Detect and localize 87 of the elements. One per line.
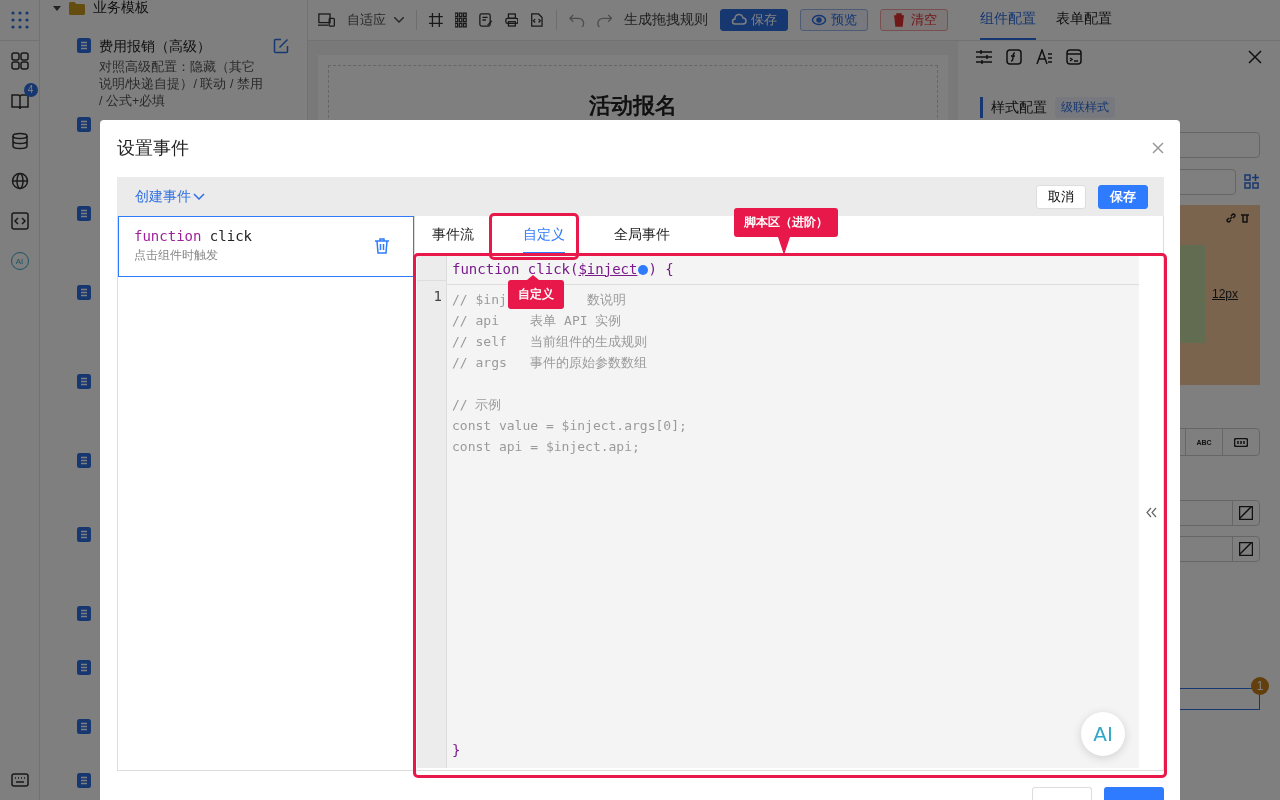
document-icon (77, 660, 91, 675)
document-icon (77, 773, 91, 788)
dialog-button[interactable] (1104, 787, 1164, 800)
printer-icon (504, 12, 519, 28)
cloud-icon (731, 12, 747, 28)
line-number: 1 (432, 287, 443, 307)
document-icon (77, 374, 91, 389)
code-icon (10, 212, 29, 230)
document-icon (77, 606, 91, 621)
keyboard-icon (10, 773, 29, 787)
apps-dots-icon (9, 10, 30, 30)
config-tab[interactable]: 表单配置 (1056, 0, 1112, 40)
document-icon (77, 453, 91, 468)
document-icon (77, 719, 91, 734)
form-title: 活动报名 (589, 92, 677, 119)
trash-icon (375, 238, 389, 255)
expand-caret-icon[interactable] (53, 5, 61, 11)
code-comment: // args 事件的原始参数数组 (452, 355, 648, 371)
link-icon (1226, 213, 1236, 223)
code-comment: // api 表单 API 实例 (452, 313, 622, 329)
chevron-down-icon (193, 193, 205, 201)
chevron-down-icon (394, 17, 405, 23)
config-tab[interactable]: 组件配置 (980, 0, 1036, 40)
toolbar-button[interactable]: 清空 (880, 9, 948, 31)
event-item[interactable]: function click 点击组件时触发 (118, 216, 414, 278)
add-grid-icon (1244, 174, 1260, 190)
document-icon (77, 527, 91, 542)
folder-icon (69, 1, 85, 15)
code-line: const api = $inject.api; (452, 439, 640, 455)
close-icon (1248, 50, 1262, 64)
database-icon (10, 132, 29, 150)
folder-label[interactable]: 业务模板 (93, 0, 149, 17)
dialog-title: 设置事件 (117, 137, 189, 161)
close-icon (1152, 142, 1164, 155)
template-description: 对照高级配置：隐藏（其它说明/快递自提）/ 联动 / 禁用 / 公式+必填 (99, 59, 264, 110)
document-icon (77, 38, 91, 53)
closing-brace: } (451, 742, 462, 760)
event-description: 点击组件时触发 (134, 247, 219, 265)
notification-badge: 4 (23, 83, 38, 97)
annotation-callout: 脚本区（进阶） (734, 208, 838, 255)
code-comment: // $inj (452, 292, 507, 308)
generate-rule-button[interactable]: 生成拖拽规则 (624, 11, 708, 29)
device-icon (318, 12, 336, 28)
ai-assistant-button[interactable]: AI (1081, 712, 1125, 756)
form-edit-icon (478, 12, 493, 28)
cascade-style-tag[interactable]: 级联样式 (1055, 97, 1115, 118)
cancel-button[interactable]: 取消 (1036, 184, 1086, 209)
document-icon (77, 206, 91, 221)
code-comment: // 示例 (452, 397, 502, 413)
toolbar-button[interactable]: 保存 (720, 9, 788, 31)
count-badge: 1 (1251, 677, 1269, 695)
image-icon (1239, 506, 1253, 520)
globe-icon (10, 172, 29, 190)
event-tab[interactable]: 自定义 (507, 216, 581, 255)
image-icon (1239, 542, 1253, 556)
event-tab[interactable]: 事件流 (416, 216, 490, 255)
padding-value[interactable]: 12px (1211, 287, 1238, 301)
battery-icon (1234, 437, 1248, 447)
undo-icon (569, 13, 585, 27)
code-comment: // self 当前组件的生成规则 (452, 334, 648, 350)
document-icon (77, 117, 91, 132)
collapse-left-icon (1145, 506, 1157, 518)
function-icon (1006, 49, 1022, 65)
annotation-callout: 自定义 (508, 275, 564, 309)
grid-icon (10, 52, 29, 70)
eye-icon (811, 12, 827, 28)
code-file-icon (530, 12, 545, 28)
event-name: function click (134, 228, 252, 245)
toolbar-button[interactable]: 预览 (800, 9, 868, 31)
save-button[interactable]: 保存 (1098, 184, 1148, 209)
document-icon (77, 285, 91, 300)
edit-icon (273, 38, 289, 54)
book-icon (10, 92, 29, 110)
sliders-icon (976, 50, 992, 64)
layout-select[interactable]: 自适应 (347, 11, 405, 29)
code-comment: 数说明 (586, 292, 626, 308)
trash-icon (891, 12, 907, 28)
event-tab[interactable]: 全局事件 (598, 216, 686, 255)
trash-icon (1240, 213, 1250, 223)
grid-icon (454, 12, 467, 28)
section-title: 样式配置 (991, 98, 1047, 117)
text-style-icon (1036, 49, 1052, 65)
code-line: const value = $inject.args[0]; (452, 418, 687, 434)
redo-icon (596, 13, 612, 27)
terminal-icon (1066, 49, 1082, 65)
create-event-dropdown[interactable]: 创建事件 (135, 187, 1024, 206)
template-title[interactable]: 费用报销（高级） (99, 38, 265, 56)
